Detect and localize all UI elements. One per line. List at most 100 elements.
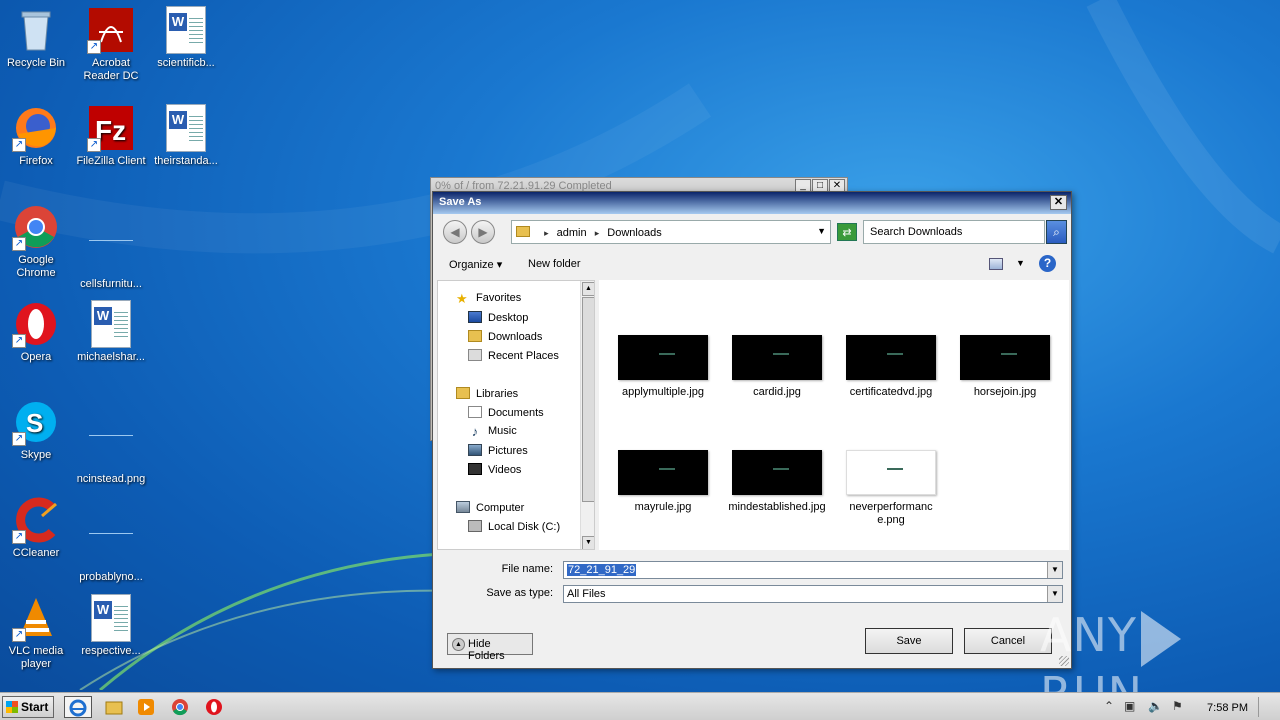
desktop-icon-theirstanda[interactable]: theirstanda... [150, 104, 222, 168]
save-button[interactable]: Save [865, 628, 953, 654]
help-icon[interactable]: ? [1039, 255, 1056, 272]
file-icon [87, 520, 135, 568]
search-input[interactable]: Search Downloads [863, 220, 1045, 244]
folder-icon [516, 226, 530, 237]
dialog-titlebar[interactable]: Save As ✕ [433, 192, 1071, 214]
system-tray: ⌃ ▣ 🔈 ⚑ 7:58 PM [1100, 695, 1280, 719]
cancel-button[interactable]: Cancel [964, 628, 1052, 654]
media-player-icon[interactable] [132, 696, 160, 718]
nav-item-pictures[interactable]: Pictures [468, 444, 528, 457]
word-doc-icon [87, 594, 135, 642]
svg-text:S: S [26, 408, 43, 438]
file-item[interactable]: applymultiple.jpg [613, 335, 713, 399]
save-as-dialog[interactable]: Save As ✕ ◀ ▶ ▸ admin ▸ Downloads ▼ ⇄ Se… [432, 191, 1072, 669]
chrome-icon[interactable] [166, 696, 194, 718]
filezilla-icon: Fz ↗ [87, 104, 135, 152]
chevron-up-icon[interactable]: ⌃ [1104, 699, 1114, 713]
file-name-input[interactable]: 72_21_91_29 ▼ [563, 561, 1063, 579]
nav-item-desktop[interactable]: Desktop [468, 311, 528, 324]
nav-item-local-disk[interactable]: Local Disk (C:) [468, 520, 560, 533]
breadcrumb-separator: ▸ [544, 228, 549, 238]
scroll-up-icon[interactable]: ▲ [582, 282, 594, 296]
desktop-icon-vlc[interactable]: ↗ VLC media player [0, 594, 72, 671]
desktop-icon-opera[interactable]: ↗ Opera [0, 300, 72, 364]
save-as-type-select[interactable]: All Files ▼ [563, 585, 1063, 603]
file-icon [87, 227, 135, 275]
recycle-bin-icon [12, 6, 60, 54]
image-thumbnail [732, 335, 822, 380]
forward-button[interactable]: ▶ [471, 220, 495, 244]
refresh-icon[interactable]: ⇄ [837, 223, 857, 241]
nav-item-downloads[interactable]: Downloads [468, 330, 542, 343]
opera-icon[interactable] [200, 696, 228, 718]
file-explorer-icon[interactable] [100, 696, 128, 718]
view-icon[interactable] [989, 258, 1003, 270]
star-icon: ★ [456, 291, 468, 306]
nav-item-recent-places[interactable]: Recent Places [468, 349, 559, 362]
file-item[interactable]: cardid.jpg [727, 335, 827, 399]
scroll-thumb[interactable] [582, 297, 594, 502]
chevron-up-icon: ▲ [452, 638, 465, 651]
desktop-icon-probablyno[interactable]: probablyno... [75, 496, 147, 584]
desktop-icon-michaelshar[interactable]: michaelshar... [75, 300, 147, 364]
network-icon[interactable]: ▣ [1124, 699, 1135, 713]
start-button[interactable]: Start [2, 696, 54, 718]
pictures-icon [468, 444, 482, 456]
desktop-icon-firefox[interactable]: ↗ Firefox [0, 104, 72, 168]
desktop-icon-ncinstead[interactable]: ncinstead.png [75, 398, 147, 486]
nav-scrollbar[interactable]: ▲ ▼ [580, 281, 594, 549]
volume-icon[interactable]: 🔈 [1148, 699, 1163, 713]
back-button[interactable]: ◀ [443, 220, 467, 244]
desktop-icon-chrome[interactable]: ↗ Google Chrome [0, 203, 72, 280]
breadcrumb-downloads[interactable]: Downloads [607, 227, 661, 239]
nav-item-favorites[interactable]: ★ Favorites [456, 292, 521, 307]
desktop-icon-skype[interactable]: S ↗ Skype [0, 398, 72, 462]
chevron-down-icon[interactable]: ▼ [1016, 258, 1025, 268]
libraries-icon [456, 387, 470, 399]
opera-icon: ↗ [12, 300, 60, 348]
firefox-icon: ↗ [12, 104, 60, 152]
file-item[interactable]: mindestablished.jpg [727, 450, 827, 514]
desktop-icon-filezilla[interactable]: Fz ↗ FileZilla Client [75, 104, 147, 168]
chevron-down-icon[interactable]: ▼ [1047, 586, 1062, 602]
close-icon[interactable]: ✕ [1050, 195, 1067, 210]
nav-item-libraries[interactable]: Libraries [456, 387, 518, 400]
play-icon [1140, 610, 1181, 667]
address-bar[interactable]: ▸ admin ▸ Downloads ▼ [511, 220, 831, 244]
nav-item-music[interactable]: ♪ Music [468, 425, 517, 438]
desktop-icon-cellsfurnitu[interactable]: cellsfurnitu... [75, 203, 147, 291]
file-item[interactable]: certificatedvd.jpg [841, 335, 941, 399]
new-folder-button[interactable]: New folder [528, 258, 581, 270]
desktop-icon-recycle-bin[interactable]: Recycle Bin [0, 6, 72, 70]
navigation-bar: ◀ ▶ ▸ admin ▸ Downloads ▼ ⇄ Search Downl… [439, 218, 1067, 246]
save-as-type-label: Save as type: [486, 587, 553, 599]
file-item[interactable]: neverperformance.png [841, 450, 941, 527]
flag-icon[interactable]: ⚑ [1172, 699, 1183, 713]
chevron-down-icon[interactable]: ▼ [817, 226, 826, 236]
recent-places-icon [468, 349, 482, 361]
organize-button[interactable]: Organize ▾ [449, 258, 502, 271]
skype-icon: S ↗ [12, 398, 60, 446]
internet-explorer-icon[interactable] [64, 696, 92, 718]
nav-item-documents[interactable]: Documents [468, 406, 544, 419]
word-doc-icon [162, 104, 210, 152]
desktop-icon-scientificb[interactable]: scientificb... [150, 6, 222, 70]
search-icon[interactable]: ⌕ [1046, 220, 1067, 244]
hide-folders-button[interactable]: ▲ Hide Folders [447, 633, 533, 662]
nav-item-videos[interactable]: Videos [468, 463, 521, 476]
show-desktop-button[interactable] [1258, 697, 1276, 717]
desktop-icon-ccleaner[interactable]: ↗ CCleaner [0, 496, 72, 560]
file-item[interactable]: horsejoin.jpg [955, 335, 1055, 399]
file-name-label: File name: [501, 563, 553, 575]
scroll-down-icon[interactable]: ▼ [582, 536, 594, 549]
desktop-icon-respective[interactable]: respective... [75, 594, 147, 658]
desktop-icon [468, 311, 482, 323]
image-thumbnail [960, 335, 1050, 380]
clock[interactable]: 7:58 PM [1207, 702, 1248, 714]
chevron-down-icon[interactable]: ▼ [1047, 562, 1062, 578]
nav-item-computer[interactable]: Computer [456, 501, 524, 514]
image-thumbnail [846, 335, 936, 380]
file-item[interactable]: mayrule.jpg [613, 450, 713, 514]
desktop-icon-acrobat[interactable]: ↗ Acrobat Reader DC [75, 6, 147, 83]
breadcrumb-admin[interactable]: admin [557, 227, 587, 239]
